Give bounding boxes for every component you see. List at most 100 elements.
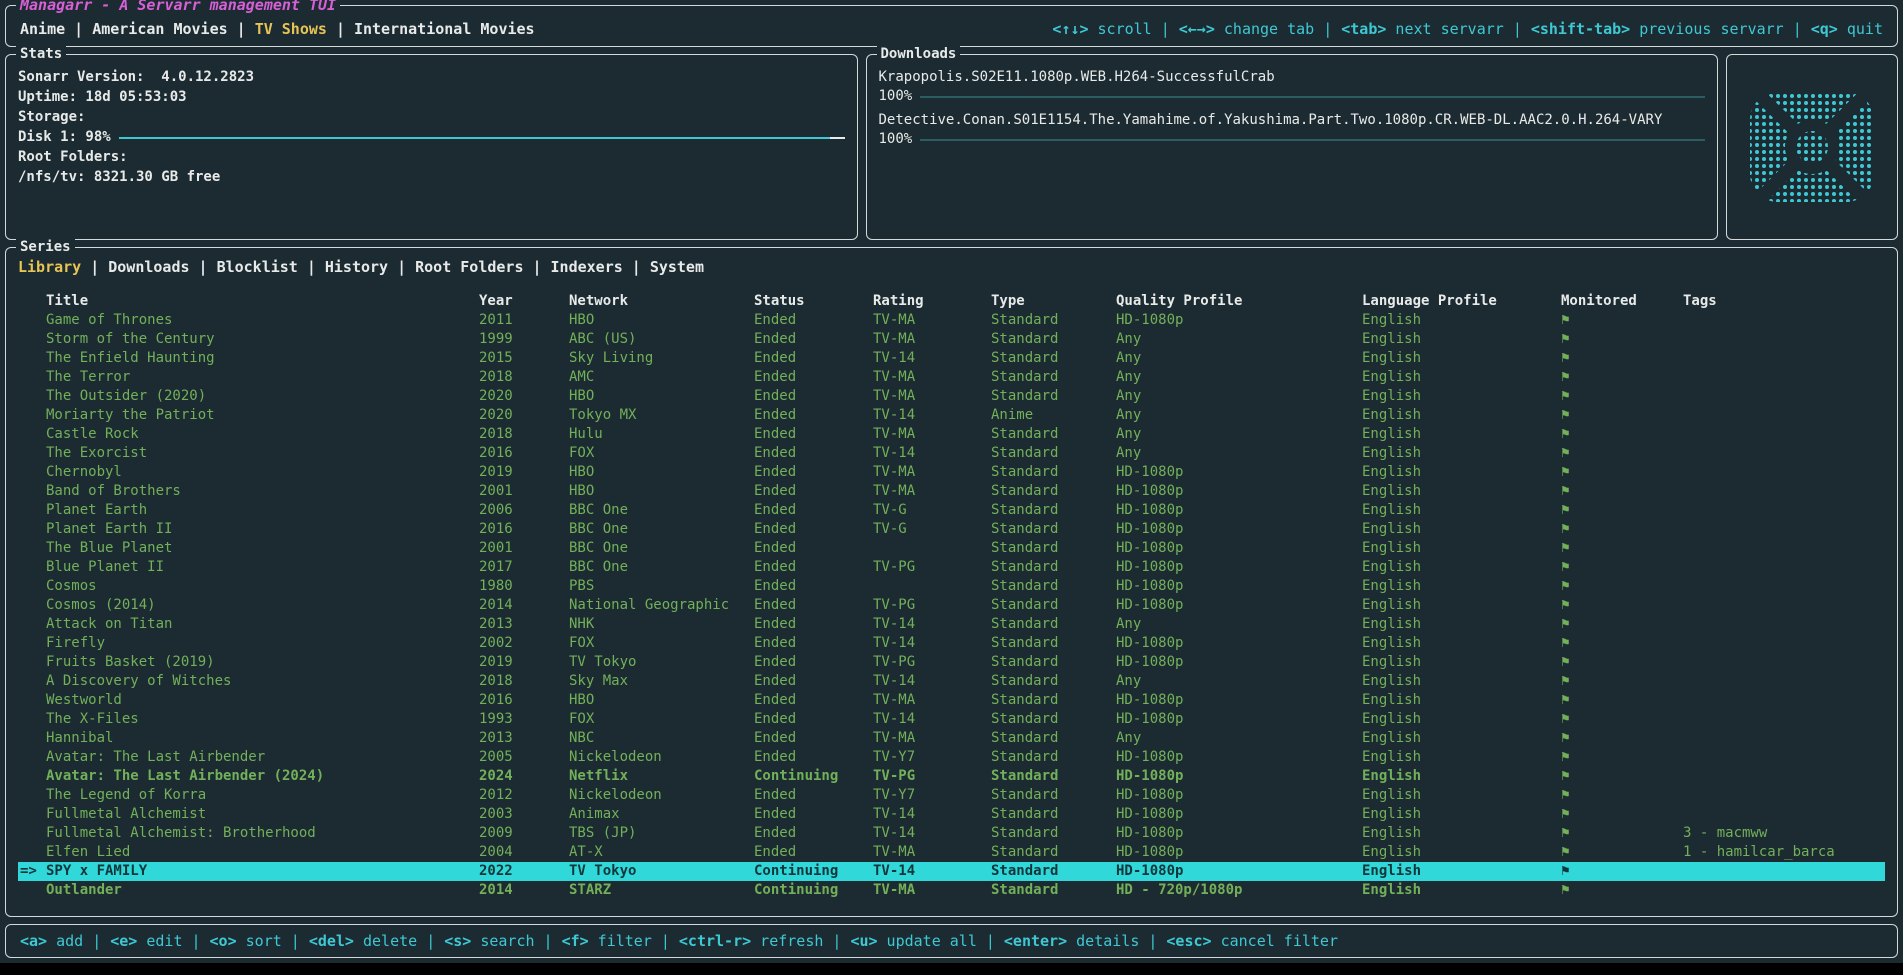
- cell-network: Sky Max: [569, 672, 754, 691]
- table-row[interactable]: The Legend of Korra 2012 Nickelodeon End…: [18, 786, 1885, 805]
- series-tab-downloads[interactable]: Downloads: [108, 258, 189, 276]
- selection-marker: [18, 748, 46, 767]
- cell-quality-profile: Any: [1116, 425, 1362, 444]
- series-tab-root-folders[interactable]: Root Folders: [415, 258, 523, 276]
- monitored-icon: ⚑: [1561, 482, 1683, 501]
- table-row[interactable]: Chernobyl 2019 HBO Ended TV-MA Standard …: [18, 463, 1885, 482]
- table-row[interactable]: Firefly 2002 FOX Ended TV-14 Standard HD…: [18, 634, 1885, 653]
- monitored-icon: ⚑: [1561, 558, 1683, 577]
- cell-type: Standard: [991, 577, 1116, 596]
- cell-rating: TV-PG: [873, 558, 991, 577]
- cell-language-profile: English: [1362, 824, 1561, 843]
- cell-quality-profile: Any: [1116, 672, 1362, 691]
- table-row[interactable]: Elfen Lied 2004 AT-X Ended TV-MA Standar…: [18, 843, 1885, 862]
- table-row[interactable]: A Discovery of Witches 2018 Sky Max Ende…: [18, 672, 1885, 691]
- table-row[interactable]: The X-Files 1993 FOX Ended TV-14 Standar…: [18, 710, 1885, 729]
- table-row[interactable]: The Blue Planet 2001 BBC One Ended Stand…: [18, 539, 1885, 558]
- table-row[interactable]: Fullmetal Alchemist: Brotherhood 2009 TB…: [18, 824, 1885, 843]
- series-tab-system[interactable]: System: [650, 258, 704, 276]
- table-row[interactable]: Fruits Basket (2019) 2019 TV Tokyo Ended…: [18, 653, 1885, 672]
- series-tab-history[interactable]: History: [325, 258, 388, 276]
- separator: |: [1323, 20, 1332, 38]
- table-row[interactable]: Band of Brothers 2001 HBO Ended TV-MA St…: [18, 482, 1885, 501]
- cell-quality-profile: HD-1080p: [1116, 501, 1362, 520]
- table-row[interactable]: Castle Rock 2018 Hulu Ended TV-MA Standa…: [18, 425, 1885, 444]
- cell-quality-profile: HD-1080p: [1116, 577, 1362, 596]
- titlebar-panel: Managarr - A Servarr management TUI Anim…: [5, 5, 1898, 47]
- table-row[interactable]: The Outsider (2020) 2020 HBO Ended TV-MA…: [18, 387, 1885, 406]
- servarr-tab-anime[interactable]: Anime: [20, 20, 65, 38]
- selection-marker: [18, 463, 46, 482]
- hint-filter: <f> filter: [562, 932, 652, 950]
- table-row[interactable]: Fullmetal Alchemist 2003 Animax Ended TV…: [18, 805, 1885, 824]
- servarr-tab-international-movies[interactable]: International Movies: [354, 20, 535, 38]
- download-percent: 100%: [879, 130, 913, 148]
- cell-title: Moriarty the Patriot: [46, 406, 479, 425]
- disk-usage-label: Disk 1: 98%: [18, 127, 111, 147]
- cell-network: HBO: [569, 482, 754, 501]
- selection-marker: [18, 387, 46, 406]
- download-item: Krapopolis.S02E11.1080p.WEB.H264-Success…: [879, 67, 1706, 105]
- series-tab-indexers[interactable]: Indexers: [551, 258, 623, 276]
- servarr-tab-tv-shows[interactable]: TV Shows: [255, 20, 327, 38]
- cell-year: 2022: [479, 862, 569, 881]
- table-row[interactable]: Outlander 2014 STARZ Continuing TV-MA St…: [18, 881, 1885, 900]
- table-row[interactable]: Attack on Titan 2013 NHK Ended TV-14 Sta…: [18, 615, 1885, 634]
- series-tab-blocklist[interactable]: Blocklist: [217, 258, 298, 276]
- root-folder-line: /nfs/tv: 8321.30 GB free: [18, 167, 845, 187]
- cell-language-profile: English: [1362, 482, 1561, 501]
- separator: |: [426, 932, 435, 950]
- table-row[interactable]: The Terror 2018 AMC Ended TV-MA Standard…: [18, 368, 1885, 387]
- table-row[interactable]: Avatar: The Last Airbender (2024) 2024 N…: [18, 767, 1885, 786]
- table-row[interactable]: Cosmos (2014) 2014 National Geographic E…: [18, 596, 1885, 615]
- servarr-tab-american-movies[interactable]: American Movies: [92, 20, 227, 38]
- cell-status: Ended: [754, 691, 873, 710]
- monitored-icon: ⚑: [1561, 862, 1683, 881]
- cell-tags: [1683, 349, 1885, 368]
- cell-title: A Discovery of Witches: [46, 672, 479, 691]
- table-row[interactable]: Hannibal 2013 NBC Ended TV-MA Standard A…: [18, 729, 1885, 748]
- cell-rating: TV-PG: [873, 767, 991, 786]
- cell-title: Elfen Lied: [46, 843, 479, 862]
- series-tab-library[interactable]: Library: [18, 258, 81, 276]
- table-row[interactable]: The Exorcist 2016 FOX Ended TV-14 Standa…: [18, 444, 1885, 463]
- cell-quality-profile: HD-1080p: [1116, 596, 1362, 615]
- table-row[interactable]: Blue Planet II 2017 BBC One Ended TV-PG …: [18, 558, 1885, 577]
- cell-tags: [1683, 881, 1885, 900]
- cell-quality-profile: Any: [1116, 615, 1362, 634]
- table-row[interactable]: => SPY x FAMILY 2022 TV Tokyo Continuing…: [18, 862, 1885, 881]
- table-row[interactable]: Moriarty the Patriot 2020 Tokyo MX Ended…: [18, 406, 1885, 425]
- cell-tags: [1683, 786, 1885, 805]
- cell-status: Ended: [754, 786, 873, 805]
- cell-type: Standard: [991, 539, 1116, 558]
- table-row[interactable]: Planet Earth 2006 BBC One Ended TV-G Sta…: [18, 501, 1885, 520]
- cell-tags: [1683, 539, 1885, 558]
- cell-title: The Exorcist: [46, 444, 479, 463]
- cell-type: Standard: [991, 482, 1116, 501]
- cell-title: Cosmos: [46, 577, 479, 596]
- table-row[interactable]: Storm of the Century 1999 ABC (US) Ended…: [18, 330, 1885, 349]
- separator: |: [1148, 932, 1157, 950]
- cell-quality-profile: HD-1080p: [1116, 539, 1362, 558]
- cell-language-profile: English: [1362, 805, 1561, 824]
- cell-status: Ended: [754, 349, 873, 368]
- cell-tags: [1683, 710, 1885, 729]
- table-row[interactable]: Cosmos 1980 PBS Ended Standard HD-1080p …: [18, 577, 1885, 596]
- hint-refresh: <ctrl-r> refresh: [679, 932, 824, 950]
- table-row[interactable]: Planet Earth II 2016 BBC One Ended TV-G …: [18, 520, 1885, 539]
- cell-type: Standard: [991, 748, 1116, 767]
- table-row[interactable]: Avatar: The Last Airbender 2005 Nickelod…: [18, 748, 1885, 767]
- cell-type: Standard: [991, 368, 1116, 387]
- monitored-icon: ⚑: [1561, 615, 1683, 634]
- table-row[interactable]: The Enfield Haunting 2015 Sky Living End…: [18, 349, 1885, 368]
- separator: |: [74, 20, 83, 38]
- cell-rating: TV-MA: [873, 311, 991, 330]
- cell-quality-profile: HD-1080p: [1116, 805, 1362, 824]
- cell-language-profile: English: [1362, 862, 1561, 881]
- stats-panel: Stats Sonarr Version: 4.0.12.2823 Uptime…: [5, 54, 858, 240]
- cell-tags: [1683, 330, 1885, 349]
- table-row[interactable]: Game of Thrones 2011 HBO Ended TV-MA Sta…: [18, 311, 1885, 330]
- table-row[interactable]: Westworld 2016 HBO Ended TV-MA Standard …: [18, 691, 1885, 710]
- cell-year: 2014: [479, 881, 569, 900]
- series-panel: Series Library|Downloads|Blocklist|Histo…: [5, 247, 1898, 917]
